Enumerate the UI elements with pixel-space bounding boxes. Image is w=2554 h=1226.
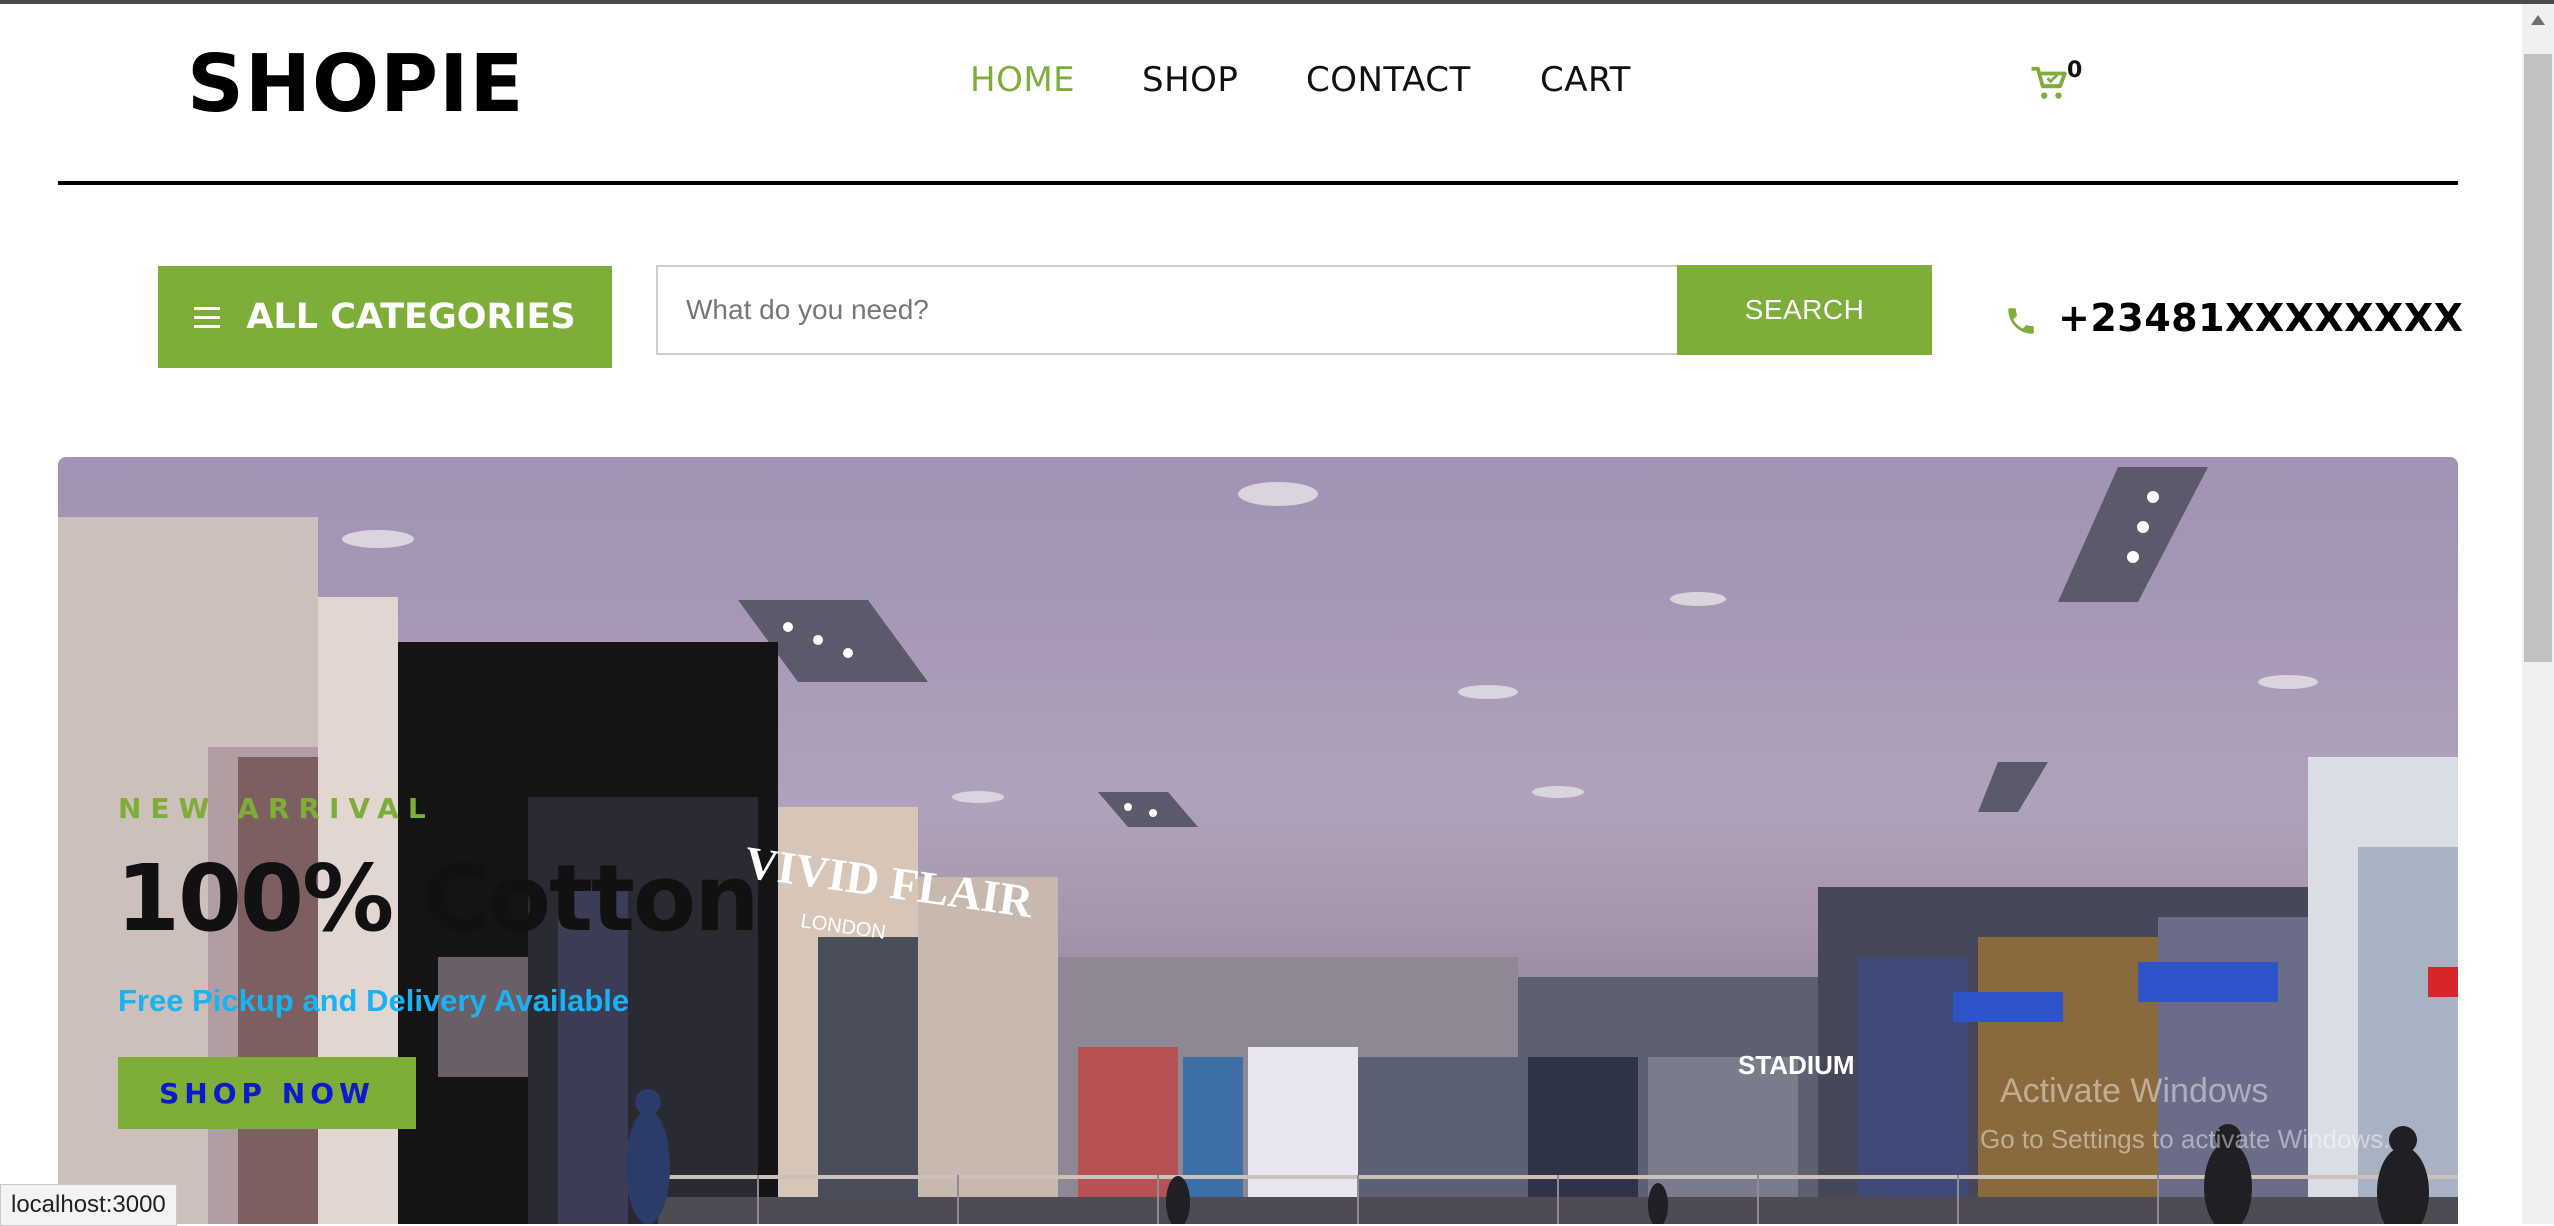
- activation-watermark-subtitle: Go to Settings to activate Windows.: [1980, 1124, 2391, 1154]
- status-bar-url: localhost:3000: [0, 1184, 177, 1226]
- nav-home[interactable]: HOME: [970, 60, 1075, 100]
- shop-now-button[interactable]: SHOP NOW: [118, 1057, 416, 1129]
- all-categories-button[interactable]: ALL CATEGORIES: [158, 266, 612, 368]
- cart-count-badge: 0: [2067, 58, 2083, 83]
- search-input[interactable]: [658, 267, 1675, 353]
- nav-contact[interactable]: CONTACT: [1306, 60, 1471, 100]
- phone-icon: [2008, 308, 2034, 334]
- search-button[interactable]: SEARCH: [1677, 265, 1932, 355]
- scroll-up-arrow-icon[interactable]: [2522, 4, 2554, 36]
- store-sign-stadium: STADIUM: [1738, 1050, 1855, 1080]
- hero-title: 100% Cotton: [116, 845, 760, 952]
- menu-icon: [194, 301, 221, 334]
- header-divider: [58, 181, 2458, 185]
- phone-number: +23481XXXXXXXX: [2058, 296, 2464, 340]
- page-scrollbar[interactable]: [2522, 4, 2554, 1224]
- browser-top-border: [0, 0, 2554, 4]
- nav-cart[interactable]: CART: [1540, 60, 1631, 100]
- scroll-thumb[interactable]: [2524, 54, 2552, 662]
- search-form: SEARCH: [656, 265, 1932, 355]
- hero-subtitle: Free Pickup and Delivery Available: [118, 983, 630, 1018]
- all-categories-label: ALL CATEGORIES: [246, 297, 576, 337]
- hero-eyebrow: NEW ARRIVAL: [118, 792, 435, 825]
- nav-shop[interactable]: SHOP: [1142, 60, 1238, 100]
- main-nav: HOME SHOP CONTACT CART: [0, 60, 2554, 110]
- activation-watermark-title: Activate Windows: [2000, 1072, 2269, 1110]
- cart-icon[interactable]: [2030, 64, 2068, 102]
